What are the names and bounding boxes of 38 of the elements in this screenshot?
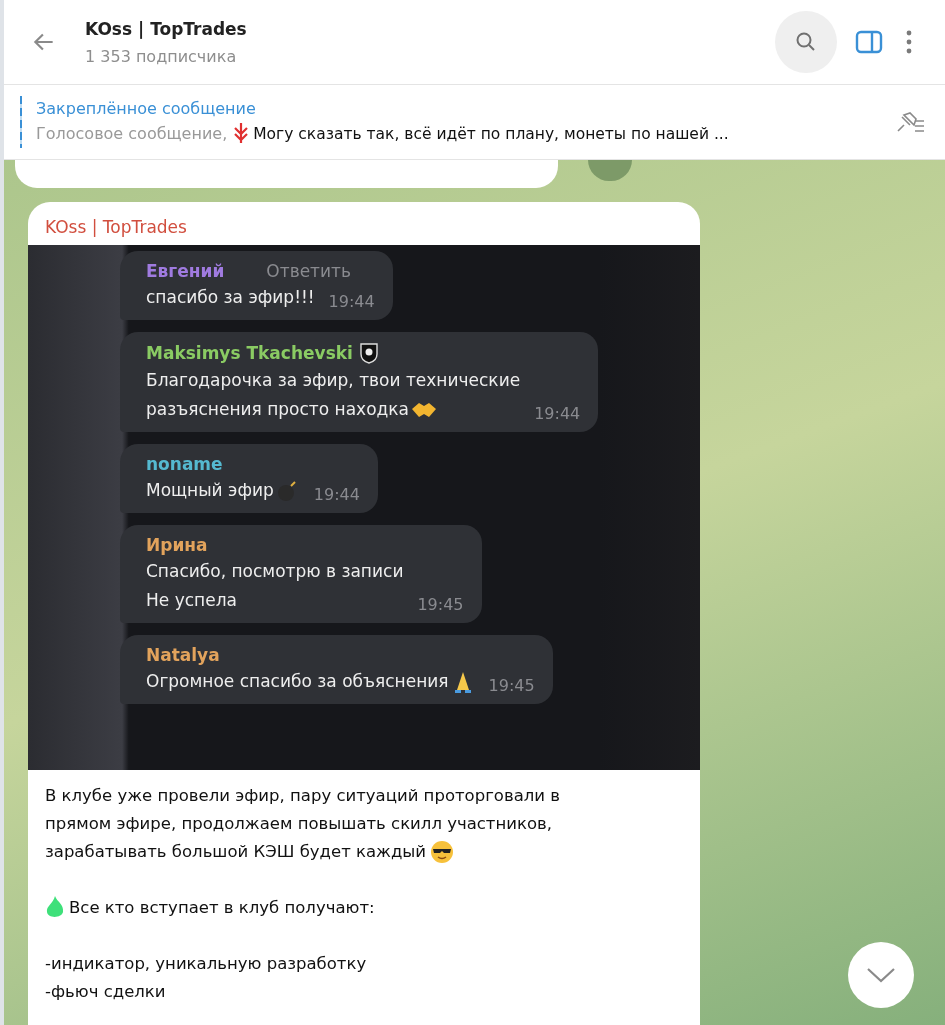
arrows-down-icon	[233, 121, 250, 146]
post-text-line: Все кто вступает в клуб получают:	[69, 897, 375, 919]
message-time: 19:44	[534, 404, 581, 424]
message-text: спасибо за эфир!!!	[146, 286, 315, 309]
post-text-line: -индикатор, уникальную разработку	[45, 953, 367, 975]
pinned-media-label: Голосовое сообщение,	[36, 124, 228, 143]
message-text: Мощный эфир	[146, 479, 274, 502]
subscriber-count: 1 353 подписчика	[85, 46, 238, 66]
message-text: Благодарочка за эфир, твои технические	[146, 369, 521, 392]
message-time: 19:45	[488, 676, 535, 696]
message-text: Спасибо, посмотрю в записи	[146, 560, 404, 583]
pinned-title: Закреплённое сообщение	[36, 98, 257, 118]
message-text: Не успела	[146, 589, 237, 612]
sidebar-toggle-icon[interactable]	[855, 28, 883, 56]
message-time: 19:45	[417, 595, 464, 615]
post-text-line: -фьюч сделки	[45, 981, 166, 1003]
message-text: разъяснения просто находка	[146, 398, 409, 421]
sender-name: noname	[146, 454, 223, 474]
post-text-line: прямом эфире, продолжаем повышать скилл участников,	[45, 813, 553, 835]
pinned-preview-text: Могу сказать так, всё идёт по плану, монеты по нашей ...	[253, 124, 729, 143]
pinned-list-icon[interactable]	[895, 110, 925, 134]
message-time: 19:44	[328, 292, 375, 312]
message-text: Огромное спасибо за объяснения	[146, 670, 449, 693]
post-text-line: В клубе уже провели эфир, пару ситуаций проторговали в	[45, 785, 560, 807]
sender-name: Евгений	[146, 261, 225, 281]
sender-name: Maksimys Tkachevski	[146, 343, 353, 363]
chevron-down-icon	[866, 966, 896, 984]
sender-name: Ирина	[146, 535, 208, 555]
shield-badge-icon	[358, 342, 379, 364]
more-menu-icon[interactable]	[905, 29, 913, 55]
reply-link[interactable]: Ответить	[266, 261, 351, 281]
post-text-line: зарабатывать большой КЭШ будет каждый	[45, 841, 427, 863]
sender-name: Natalya	[146, 645, 220, 665]
channel-title[interactable]: KOss | TopTrades	[85, 18, 247, 39]
message-time: 19:44	[313, 485, 360, 505]
share-button[interactable]	[588, 160, 632, 181]
post-author: KOss | TopTrades	[44, 216, 188, 239]
sunglasses-face-icon	[430, 840, 455, 864]
